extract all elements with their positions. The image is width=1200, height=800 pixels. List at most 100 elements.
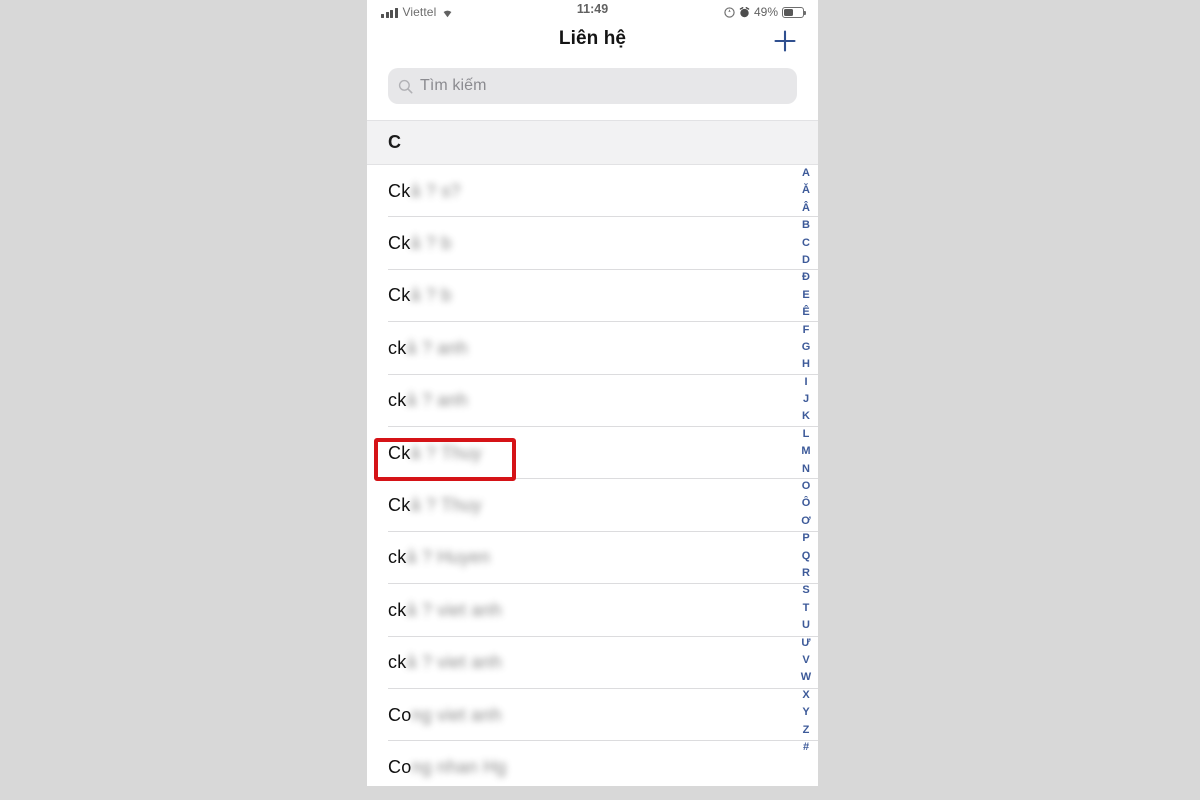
contact-name: ckả ? Huyen <box>388 547 490 568</box>
clock-label: 11:49 <box>576 2 609 16</box>
contact-list-item[interactable]: Ckả ? s? <box>367 165 818 218</box>
alphabet-index-letter[interactable]: E <box>796 289 816 301</box>
contact-name: ckả ? viet anh <box>388 652 502 673</box>
alphabet-index-letter[interactable]: O <box>796 481 816 492</box>
search-icon <box>398 79 413 93</box>
alphabet-index-letter[interactable]: S <box>796 585 816 596</box>
alphabet-index-letter[interactable]: N <box>796 463 816 475</box>
alphabet-index-scrubber[interactable]: A Ă Â B C D Đ E Ê F G H I J K L M N O Ô Ơ P Q R S T U Ư V W X Y Z # <box>796 168 816 753</box>
contact-name-visible-prefix: ck <box>388 652 407 673</box>
alphabet-index-letter[interactable]: Â <box>796 202 816 214</box>
contact-name: Cong viet anh <box>388 705 502 726</box>
contact-name-masked-suffix: ả ? anh <box>406 337 468 358</box>
alphabet-index-letter[interactable]: U <box>796 620 816 631</box>
contact-name-masked-suffix: ả ? Thuy <box>410 495 482 516</box>
contact-name: Ckả ? Thuy <box>388 495 482 516</box>
alphabet-index-letter[interactable]: V <box>796 654 816 666</box>
contact-name: Cong nhan Hg <box>388 757 507 778</box>
contact-name-masked-suffix: ả ? b <box>410 285 452 306</box>
alphabet-index-letter[interactable]: Ă <box>796 185 816 196</box>
alphabet-index-letter[interactable]: L <box>796 428 816 440</box>
contact-name-visible-prefix: Ck <box>388 233 411 254</box>
contact-list-item[interactable]: ckả ? Huyen <box>367 532 818 585</box>
alarm-clock-icon <box>739 7 750 18</box>
alphabet-index-letter[interactable]: A <box>796 168 816 179</box>
contact-name: ckả ? anh <box>388 390 468 411</box>
contact-name: ckả ? anh <box>388 338 468 359</box>
alphabet-index-letter[interactable]: M <box>796 446 816 457</box>
alphabet-index-letter[interactable]: T <box>796 602 816 614</box>
contact-name: Ckả ? b <box>388 233 451 254</box>
battery-icon <box>782 7 807 18</box>
alphabet-index-letter[interactable]: G <box>796 341 816 353</box>
contact-list-item[interactable]: Cong viet anh <box>367 689 818 742</box>
contact-name-visible-prefix: ck <box>388 599 407 620</box>
plus-icon[interactable] <box>768 24 802 58</box>
section-header-c: C <box>367 120 818 165</box>
contact-list-item[interactable]: Ckả ? b <box>367 270 818 323</box>
alphabet-index-letter[interactable]: H <box>796 359 816 370</box>
contact-list-item[interactable]: Ckả ? b <box>367 217 818 271</box>
contact-list-item[interactable]: ckả ? viet anh <box>367 637 818 690</box>
contact-name-visible-prefix: Co <box>388 704 412 725</box>
contact-name-masked-suffix: ả ? viet anh <box>406 652 502 673</box>
contact-name-masked-suffix: ng viet anh <box>411 704 502 725</box>
battery-percent-label: 49% <box>753 5 778 18</box>
alphabet-index-letter[interactable]: I <box>796 376 816 388</box>
alphabet-index-letter[interactable]: F <box>796 324 816 336</box>
page-title: Liên hệ <box>558 28 627 49</box>
location-arrow-icon <box>724 7 735 18</box>
contact-list-item[interactable]: Ckả ? Thuy <box>367 479 818 533</box>
alphabet-index-letter[interactable]: Ê <box>796 307 816 318</box>
navigation-bar: Liên hệ <box>367 18 818 64</box>
alphabet-index-letter[interactable]: Y <box>796 707 816 718</box>
alphabet-index-letter[interactable]: X <box>796 689 816 701</box>
contact-name-masked-suffix: ả ? anh <box>406 390 468 411</box>
section-header-label: C <box>388 132 401 152</box>
contact-list[interactable]: Ckả ? s? Ckả ? b Ckả ? b ckả ? anh ckả ? anh… <box>367 165 818 786</box>
alphabet-index-letter[interactable]: R <box>796 567 816 579</box>
contact-name-masked-suffix: ả ? Thuy <box>410 442 482 463</box>
contact-name-visible-prefix: Ck <box>388 285 411 306</box>
contact-name-visible-prefix: Co <box>388 756 412 777</box>
contact-list-item[interactable]: ckả ? anh <box>367 322 818 375</box>
alphabet-index-letter[interactable]: Ô <box>796 498 816 509</box>
alphabet-index-letter[interactable]: C <box>796 237 816 249</box>
contact-name-masked-suffix: ng nhan Hg <box>411 756 507 777</box>
alphabet-index-letter[interactable]: W <box>796 672 816 683</box>
contact-name-visible-prefix: Ck <box>388 180 411 201</box>
contact-name: Ckả ? Thuy <box>388 443 482 464</box>
contact-name-masked-suffix: ả ? b <box>410 233 452 254</box>
alphabet-index-letter[interactable]: B <box>796 220 816 231</box>
search-placeholder-text: Tìm kiếm <box>420 77 487 94</box>
contact-list-item[interactable]: Ckả ? Thuy <box>367 427 818 480</box>
alphabet-index-letter[interactable]: D <box>796 254 816 266</box>
alphabet-index-letter[interactable]: Q <box>796 550 816 562</box>
contact-name-visible-prefix: ck <box>388 547 407 568</box>
alphabet-index-letter[interactable]: Ơ <box>796 515 816 527</box>
contact-list-item[interactable]: ckả ? viet anh <box>367 584 818 637</box>
contact-name-masked-suffix: ả ? Huyen <box>406 547 491 568</box>
status-bar: Viettel 11:49 49% <box>367 0 818 18</box>
alphabet-index-letter[interactable]: P <box>796 533 816 544</box>
contact-name: ckả ? viet anh <box>388 600 502 621</box>
contact-name-masked-suffix: ả ? s? <box>410 180 461 201</box>
alphabet-index-letter[interactable]: J <box>796 394 816 405</box>
search-input[interactable]: Tìm kiếm <box>388 68 797 104</box>
contact-name: Ckả ? s? <box>388 181 461 202</box>
phone-screen: Viettel 11:49 49% Liên hệ Tìm kiếm C Ckả… <box>367 0 818 786</box>
alphabet-index-letter[interactable]: # <box>796 741 816 753</box>
alphabet-index-letter[interactable]: K <box>796 411 816 422</box>
contact-list-item[interactable]: Cong nhan Hg <box>367 741 818 786</box>
alphabet-index-letter[interactable]: Đ <box>796 272 816 283</box>
search-bar-container: Tìm kiếm <box>367 64 818 110</box>
contact-name-visible-prefix: ck <box>388 390 407 411</box>
contact-name-visible-prefix: Ck <box>388 442 411 463</box>
screenshot-canvas: Viettel 11:49 49% Liên hệ Tìm kiếm C Ckả… <box>0 0 1200 800</box>
contact-list-item[interactable]: ckả ? anh <box>367 375 818 428</box>
contact-name-visible-prefix: Ck <box>388 495 411 516</box>
alphabet-index-letter[interactable]: Z <box>796 724 816 736</box>
alphabet-index-letter[interactable]: Ư <box>796 637 816 649</box>
contact-name: Ckả ? b <box>388 285 451 306</box>
contact-name-masked-suffix: ả ? viet anh <box>406 599 502 620</box>
